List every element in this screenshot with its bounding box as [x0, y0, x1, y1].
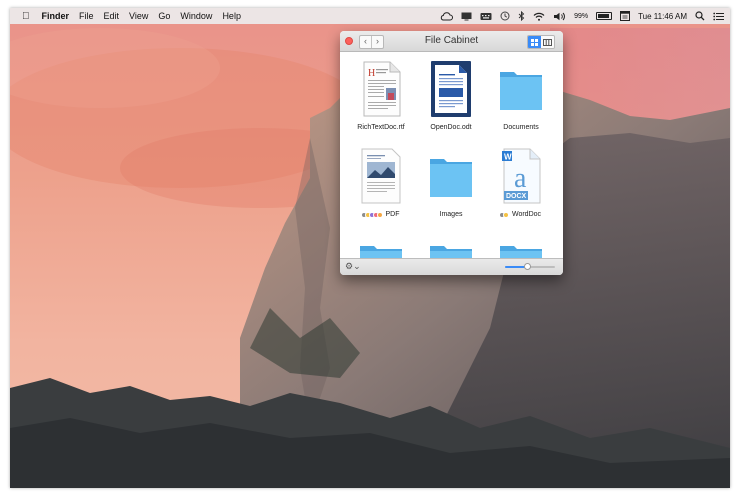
keyboard-icon[interactable] — [480, 12, 492, 21]
file-label: OpenDoc.odt — [430, 124, 472, 131]
folder-item-documents[interactable]: Documents — [486, 60, 556, 131]
apple-icon[interactable]:  — [22, 11, 30, 22]
spotlight-search-icon[interactable] — [695, 11, 705, 21]
screen:  Finder File Edit View Go Window Help 9… — [10, 8, 730, 488]
pdf-document-icon — [358, 147, 404, 205]
file-label: RichTextDoc.rtf — [357, 124, 405, 131]
file-grid: H RichTextDoc.rtf OpenDoc.odt Documents … — [340, 52, 563, 259]
cloud-icon[interactable] — [440, 11, 454, 21]
tag-dots — [360, 211, 383, 218]
menu-edit[interactable]: Edit — [104, 11, 120, 21]
svg-text:H: H — [368, 68, 375, 79]
folder-item[interactable] — [486, 234, 556, 259]
finder-window: ‹ › File Cabinet H RichTextDoc.rtf OpenD… — [340, 31, 563, 275]
tag-yellow-icon — [502, 211, 509, 218]
menu-go[interactable]: Go — [158, 11, 170, 21]
file-label: PDF — [385, 211, 400, 218]
file-label: Images — [439, 211, 463, 218]
file-item-richtextdoc[interactable]: H RichTextDoc.rtf — [346, 60, 416, 131]
notes-icon[interactable] — [620, 11, 631, 21]
slider-knob[interactable] — [524, 263, 532, 270]
status-area: 99% Tue 11:46 AM — [432, 8, 724, 24]
tag-orange-icon — [376, 211, 383, 218]
svg-text:DOCX: DOCX — [506, 193, 527, 200]
notification-center-icon[interactable] — [713, 12, 724, 21]
svg-text:a: a — [514, 163, 527, 194]
time-machine-icon[interactable] — [500, 11, 510, 21]
folder-icon — [498, 60, 544, 118]
svg-text:W: W — [504, 153, 512, 162]
menu-help[interactable]: Help — [222, 11, 241, 21]
folder-item[interactable] — [346, 234, 416, 259]
menu-bar:  Finder File Edit View Go Window Help 9… — [10, 8, 730, 24]
folder-icon — [428, 147, 474, 205]
columns-icon — [543, 38, 552, 46]
folder-item[interactable] — [416, 234, 486, 259]
word-document-icon: W a DOCX — [498, 147, 544, 205]
menu-file[interactable]: File — [79, 11, 94, 21]
icon-size-slider[interactable] — [505, 263, 555, 270]
folder-icon — [498, 234, 544, 259]
grid-icon — [531, 38, 538, 46]
action-menu-button[interactable]: ⚙⌄ — [345, 261, 361, 272]
menu-view[interactable]: View — [129, 11, 148, 21]
window-bottom-bar: ⚙⌄ — [340, 258, 563, 275]
display-icon[interactable] — [461, 12, 472, 21]
bluetooth-icon[interactable] — [518, 11, 525, 21]
column-view-button[interactable] — [541, 36, 554, 48]
wifi-icon[interactable] — [533, 12, 545, 21]
file-label: Documents — [503, 124, 539, 131]
menu-clock[interactable]: Tue 11:46 AM — [638, 12, 687, 21]
folder-icon — [428, 234, 474, 259]
folder-icon — [358, 234, 404, 259]
icon-view-button[interactable] — [528, 36, 541, 48]
battery-icon[interactable] — [596, 12, 613, 20]
file-item-opendoc[interactable]: OpenDoc.odt — [416, 60, 486, 131]
file-label-row: WordDoc — [486, 211, 556, 218]
menu-app-name[interactable]: Finder — [42, 11, 70, 21]
volume-icon[interactable] — [553, 12, 566, 21]
odt-document-icon — [428, 60, 474, 118]
window-titlebar[interactable]: ‹ › File Cabinet — [340, 31, 563, 52]
file-item-worddoc[interactable]: W a DOCX WordDoc — [486, 147, 556, 218]
file-label: WordDoc — [511, 211, 542, 218]
battery-percent[interactable]: 99% — [574, 13, 588, 20]
chevron-down-icon: ⌄ — [353, 261, 361, 271]
gear-icon: ⚙ — [345, 261, 354, 271]
menu-window[interactable]: Window — [180, 11, 212, 21]
view-mode-buttons — [527, 35, 555, 49]
file-item-pdf[interactable]: PDF — [346, 147, 416, 218]
rtf-document-icon: H — [358, 60, 404, 118]
file-label-row: PDF — [346, 211, 416, 218]
folder-item-images[interactable]: Images — [416, 147, 486, 218]
tag-dots — [498, 211, 509, 218]
